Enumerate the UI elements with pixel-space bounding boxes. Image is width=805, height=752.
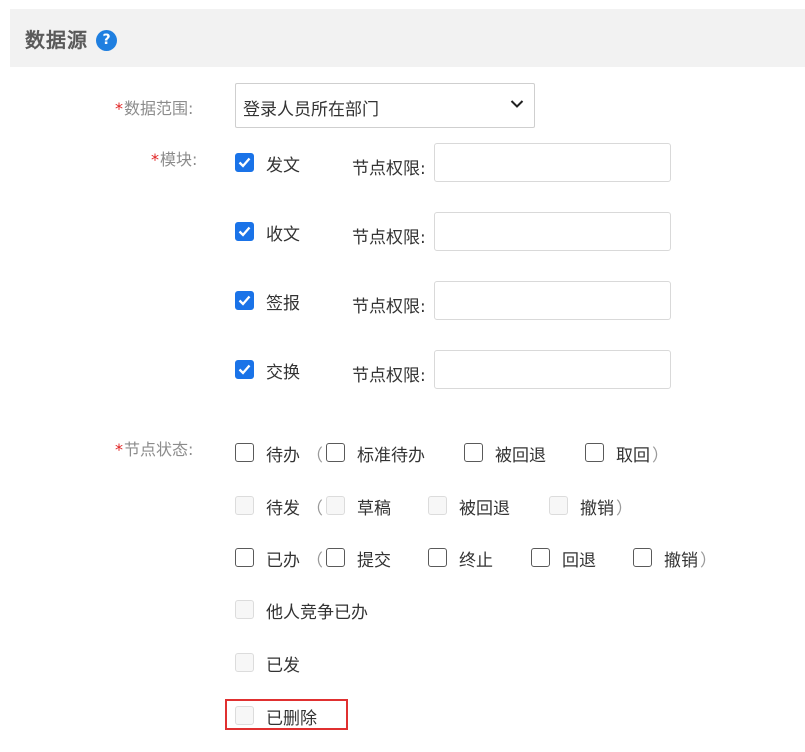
node-perm-label: 节点权限: xyxy=(352,228,426,248)
status-checkbox-draft xyxy=(326,496,345,515)
status-label-to-send-returned: 被回退 xyxy=(459,499,510,519)
node-perm-input-jiaohuan[interactable] xyxy=(434,350,671,389)
node-perm-input-fawen[interactable] xyxy=(434,143,671,182)
module-checkbox-qianbao[interactable] xyxy=(235,291,254,310)
open-paren: （ xyxy=(306,551,323,571)
status-checkbox-terminate[interactable] xyxy=(428,548,447,567)
close-paren: ） xyxy=(652,446,669,466)
open-paren: （ xyxy=(306,446,323,466)
open-paren: （ xyxy=(306,499,323,519)
status-checkbox-to-send-revoke xyxy=(549,496,568,515)
node-status-label: *节点状态: xyxy=(115,440,194,459)
status-label-others-done: 他人竞争已办 xyxy=(266,603,368,623)
module-checkbox-shouwen[interactable] xyxy=(235,222,254,241)
modules-label: *模块: xyxy=(151,150,198,169)
status-checkbox-sent xyxy=(235,653,254,672)
module-label-shouwen: 收文 xyxy=(266,225,300,245)
module-checkbox-jiaohuan[interactable] xyxy=(235,360,254,379)
status-checkbox-done-revoke[interactable] xyxy=(633,548,652,567)
section-title: 数据源 xyxy=(25,28,88,52)
status-label-todo-standard: 标准待办 xyxy=(357,446,425,466)
status-checkbox-done[interactable] xyxy=(235,548,254,567)
status-checkbox-todo-standard[interactable] xyxy=(326,443,345,462)
status-label-to-send-revoke: 撤销 xyxy=(580,499,614,519)
status-label-todo-retrieve: 取回 xyxy=(616,446,650,466)
module-label-qianbao: 签报 xyxy=(266,294,300,314)
node-perm-input-qianbao[interactable] xyxy=(434,281,671,320)
status-label-todo: 待办 xyxy=(266,446,300,466)
status-label-todo-returned: 被回退 xyxy=(495,446,546,466)
data-scope-label: *数据范围: xyxy=(115,99,194,118)
data-scope-value: 登录人员所在部门 xyxy=(243,100,379,120)
close-paren: ） xyxy=(616,499,633,519)
status-checkbox-to-send xyxy=(235,496,254,515)
status-checkbox-submit[interactable] xyxy=(326,548,345,567)
data-scope-select[interactable]: 登录人员所在部门 xyxy=(235,83,535,128)
node-perm-input-shouwen[interactable] xyxy=(434,212,671,251)
node-perm-label: 节点权限: xyxy=(352,297,426,317)
status-label-terminate: 终止 xyxy=(459,551,493,571)
module-label-jiaohuan: 交换 xyxy=(266,363,300,383)
status-label-to-send: 待发 xyxy=(266,499,300,519)
status-label-draft: 草稿 xyxy=(357,499,391,519)
node-perm-label: 节点权限: xyxy=(352,159,426,179)
module-label-fawen: 发文 xyxy=(266,156,300,176)
section-header: 数据源 ? xyxy=(10,9,805,67)
close-paren: ） xyxy=(700,551,717,571)
status-checkbox-to-send-returned xyxy=(428,496,447,515)
status-checkbox-todo-returned[interactable] xyxy=(464,443,483,462)
status-label-done-revoke: 撤销 xyxy=(664,551,698,571)
status-label-submit: 提交 xyxy=(357,551,391,571)
status-checkbox-deleted xyxy=(235,706,254,725)
status-checkbox-return[interactable] xyxy=(531,548,550,567)
status-checkbox-todo-retrieve[interactable] xyxy=(585,443,604,462)
status-checkbox-others-done xyxy=(235,600,254,619)
chevron-down-icon xyxy=(510,100,524,108)
status-checkbox-todo[interactable] xyxy=(235,443,254,462)
status-label-return: 回退 xyxy=(562,551,596,571)
question-circle-icon[interactable]: ? xyxy=(96,30,117,51)
status-label-done: 已办 xyxy=(266,551,300,571)
status-label-deleted: 已删除 xyxy=(266,709,317,729)
module-checkbox-fawen[interactable] xyxy=(235,153,254,172)
status-label-sent: 已发 xyxy=(266,656,300,676)
node-perm-label: 节点权限: xyxy=(352,366,426,386)
